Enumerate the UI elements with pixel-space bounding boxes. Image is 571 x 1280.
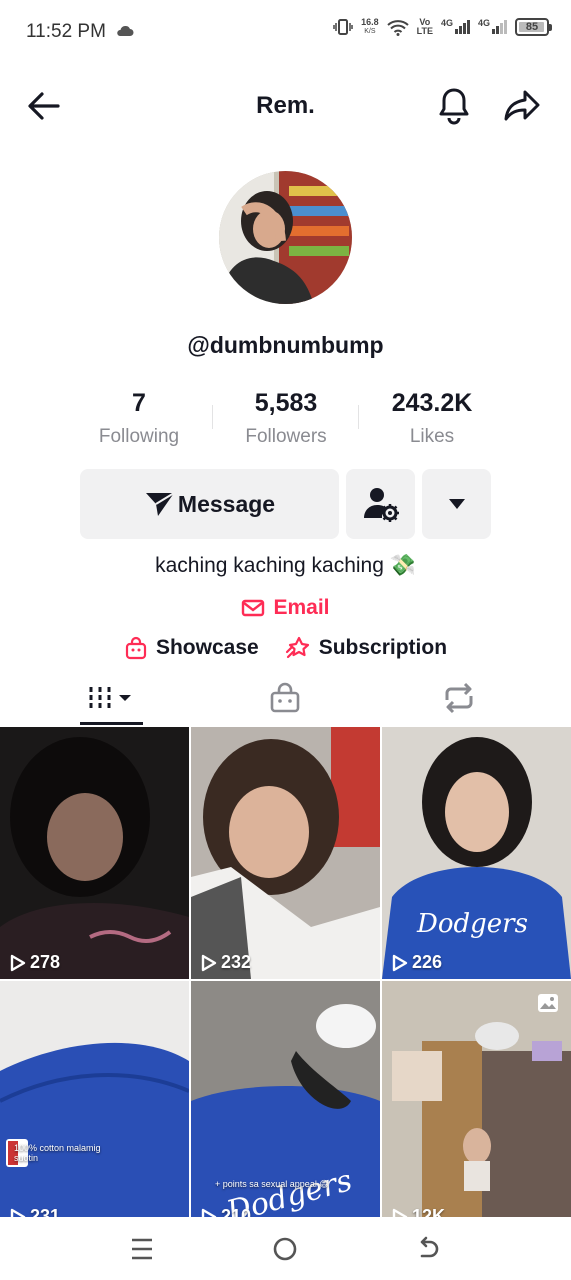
photo-icon [538,994,558,1012]
videos-tab[interactable] [16,670,206,726]
back-nav-button[interactable] [408,1233,448,1265]
video-thumbnail[interactable]: 232 [191,727,380,979]
more-options-button[interactable] [422,469,491,539]
bio-text: kaching kaching kaching 💸 [155,554,416,577]
video-thumbnail[interactable]: 12K [382,981,571,1217]
video-thumbnail[interactable]: Dodgers + points sa sexual appeal 😄 210 [191,981,380,1217]
volte-indicator: Vo LTE [416,17,433,36]
home-button[interactable] [265,1233,305,1265]
back-nav-icon [420,1236,439,1258]
subscription-star-icon [285,636,309,659]
play-icon [392,1208,408,1217]
video-caption: + points sa sexual appeal 😄 [215,1179,329,1189]
status-time: 11:52 PM [26,21,106,42]
active-tab-indicator [80,722,143,725]
battery-icon: 85 [515,18,552,36]
svg-text:Dodgers: Dodgers [416,909,528,939]
followers-stat[interactable]: 5,583 Followers [206,389,366,448]
following-stat[interactable]: 7 Following [59,389,219,448]
following-label: Following [98,426,180,447]
view-count: 232 [201,952,251,973]
profile-stats: 7 Following 5,583 Followers 243.2K Likes [0,389,571,449]
play-icon [10,954,26,971]
likes-stat[interactable]: 243.2K Likes [352,389,512,448]
shop-tab[interactable] [190,670,380,726]
message-button[interactable]: Message [80,469,339,539]
profile-header: Rem. [0,74,571,138]
home-circle-icon [273,1237,297,1261]
subscription-label: Subscription [318,636,448,659]
video-thumbnail[interactable]: 100% cotton malamig suotin 231 [0,981,189,1217]
net-speed: 16.8 K/S [361,17,379,36]
view-count: 210 [201,1206,251,1217]
video-grid: 278 232 Dodgers 226 100% cotton malamig … [0,727,571,1217]
send-icon [145,492,175,516]
message-label: Message [177,490,276,517]
play-icon [392,954,408,971]
likes-count: 243.2K [391,389,473,417]
share-button[interactable] [500,84,544,128]
signal-sim1-icon: 4G [441,18,470,34]
page-title: Rem. [256,92,315,119]
play-icon [201,1208,217,1217]
likes-label: Likes [409,426,455,447]
video-caption: 100% cotton malamig suotin [14,1143,101,1163]
notifications-button[interactable] [432,84,476,128]
vibrate-icon [333,19,353,35]
following-count: 7 [132,389,146,417]
content-tabs [0,670,571,726]
shop-bag-icon [270,682,300,713]
share-icon [504,90,540,121]
friend-settings-button[interactable] [346,469,415,539]
followers-count: 5,583 [254,389,318,417]
menu-icon [132,1238,152,1260]
videos-grid-icon [89,687,131,709]
cloud-icon [117,25,134,36]
view-count: 231 [10,1206,60,1217]
play-icon [10,1208,26,1217]
video-thumbnail[interactable]: 278 [0,727,189,979]
reposts-tab[interactable] [364,670,554,726]
recent-apps-button[interactable] [122,1233,162,1265]
user-settings-icon [363,488,399,522]
status-bar: 11:52 PM 16.8 K/S Vo LTE 4G 4G 85 [0,0,571,64]
view-count: 12K [392,1206,445,1217]
view-count: 226 [392,952,442,973]
view-count: 278 [10,952,60,973]
showcase-link[interactable]: Showcase [124,636,259,660]
avatar[interactable] [219,171,352,304]
mail-icon [242,599,265,617]
play-icon [201,954,217,971]
system-nav-bar [0,1217,571,1280]
signal-sim2-icon: 4G [478,18,507,34]
bell-icon [439,88,469,125]
username: @dumbnumbump [187,332,384,358]
email-label: Email [273,596,330,619]
wifi-icon [386,19,409,36]
showcase-label: Showcase [155,636,259,659]
caret-down-icon [448,499,465,509]
repost-icon [445,682,473,714]
followers-label: Followers [245,426,327,447]
subscription-link[interactable]: Subscription [285,636,447,660]
shopping-bag-icon [125,636,147,660]
video-thumbnail[interactable]: Dodgers 226 [382,727,571,979]
profile-links: Showcase Subscription [0,636,571,660]
email-link[interactable]: Email [0,596,571,620]
